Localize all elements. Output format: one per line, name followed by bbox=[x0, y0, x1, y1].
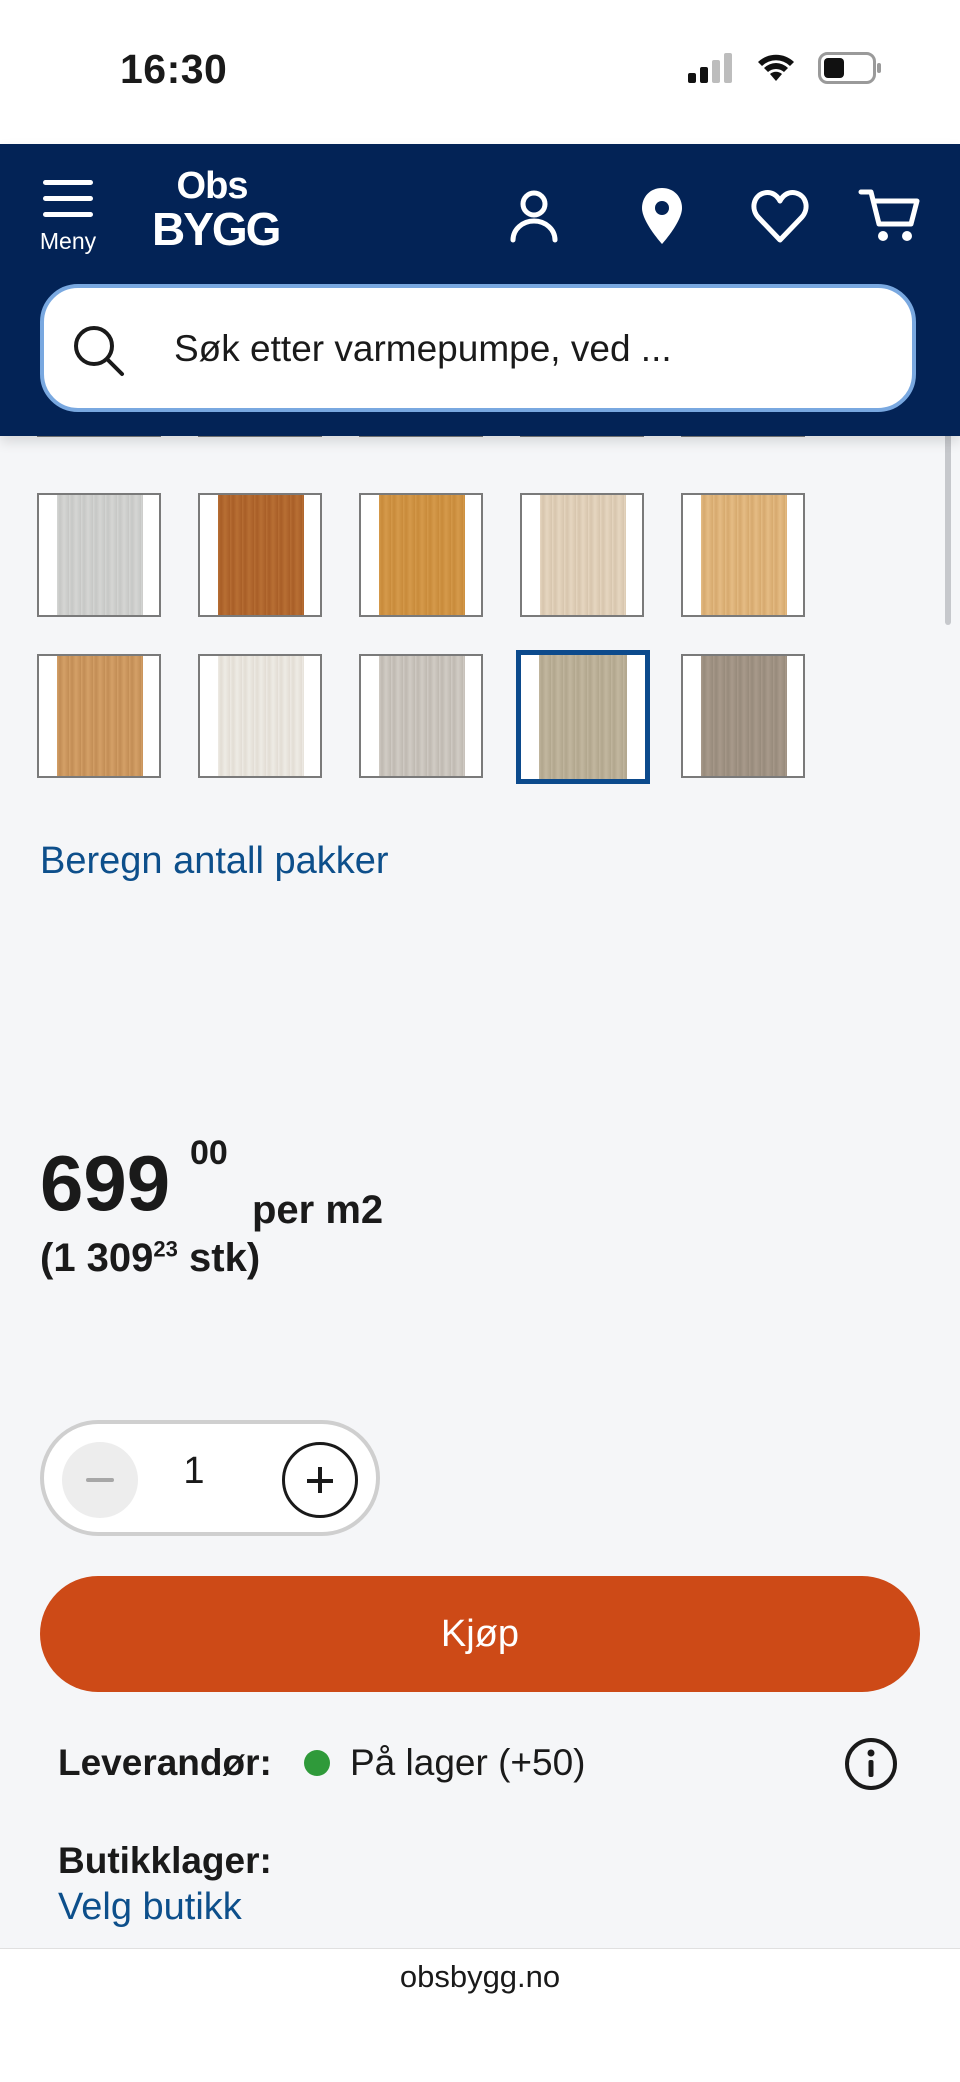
scrollbar[interactable] bbox=[945, 420, 951, 625]
supplier-label: Leverandør: bbox=[58, 1742, 272, 1783]
increase-quantity-button[interactable] bbox=[282, 1442, 358, 1518]
signal-icon bbox=[688, 53, 732, 83]
wifi-icon bbox=[758, 54, 794, 81]
wood-texture bbox=[379, 495, 465, 615]
in-stock-indicator bbox=[304, 1750, 330, 1776]
status-icons bbox=[688, 52, 882, 84]
price-unit: per m2 bbox=[252, 1188, 384, 1232]
wood-texture bbox=[218, 495, 304, 615]
calculate-packages-link[interactable]: Beregn antall pakker bbox=[40, 840, 389, 883]
color-swatch[interactable] bbox=[681, 493, 805, 617]
user-icon[interactable] bbox=[502, 184, 566, 248]
wood-texture bbox=[57, 656, 143, 776]
status-time: 16:30 bbox=[120, 46, 228, 92]
menu-label: Meny bbox=[39, 228, 97, 254]
color-swatch[interactable] bbox=[198, 493, 322, 617]
color-swatch[interactable] bbox=[37, 493, 161, 617]
choose-store-link[interactable]: Velg butikk bbox=[58, 1886, 242, 1929]
site-header: Meny Obs BYGG bbox=[0, 144, 960, 436]
price-decimals: 00 bbox=[190, 1134, 228, 1172]
location-pin-icon[interactable] bbox=[630, 184, 694, 248]
price-per-piece: (1 30923 stk) bbox=[40, 1236, 261, 1280]
wood-texture bbox=[540, 495, 626, 615]
browser-url[interactable]: obsbygg.no bbox=[0, 1959, 960, 1995]
info-icon[interactable] bbox=[844, 1737, 898, 1791]
obs-bygg-logo[interactable]: Obs BYGG bbox=[152, 166, 281, 252]
wood-texture bbox=[701, 656, 787, 776]
wood-texture bbox=[539, 655, 627, 779]
status-bar: 16:30 bbox=[0, 0, 960, 144]
wood-texture bbox=[701, 495, 787, 615]
menu-button[interactable]: Meny bbox=[32, 180, 104, 260]
wood-texture bbox=[57, 495, 143, 615]
quantity-value[interactable]: 1 bbox=[164, 1450, 224, 1493]
buy-button[interactable]: Kjøp bbox=[40, 1576, 920, 1692]
hamburger-icon bbox=[32, 180, 104, 217]
cart-icon[interactable] bbox=[858, 184, 922, 248]
battery-icon bbox=[818, 52, 881, 84]
search-bar[interactable] bbox=[40, 284, 916, 412]
wood-texture bbox=[218, 656, 304, 776]
color-swatch[interactable] bbox=[198, 654, 322, 778]
supplier-stock-status: På lager (+50) bbox=[350, 1742, 586, 1783]
color-swatch[interactable] bbox=[359, 493, 483, 617]
store-stock-label: Butikklager: bbox=[58, 1840, 272, 1881]
color-swatch[interactable] bbox=[516, 650, 650, 784]
search-input[interactable] bbox=[172, 288, 876, 410]
decrease-quantity-button[interactable] bbox=[62, 1442, 138, 1518]
search-icon bbox=[74, 326, 124, 376]
browser-address-bar[interactable]: obsbygg.no bbox=[0, 1948, 960, 2082]
color-swatch[interactable] bbox=[359, 654, 483, 778]
price-main: 699 bbox=[40, 1139, 171, 1227]
color-swatch[interactable] bbox=[37, 654, 161, 778]
quantity-stepper: 1 bbox=[40, 1420, 380, 1536]
color-swatch[interactable] bbox=[520, 493, 644, 617]
color-swatch[interactable] bbox=[681, 654, 805, 778]
wood-texture bbox=[379, 656, 465, 776]
heart-icon[interactable] bbox=[748, 184, 812, 248]
